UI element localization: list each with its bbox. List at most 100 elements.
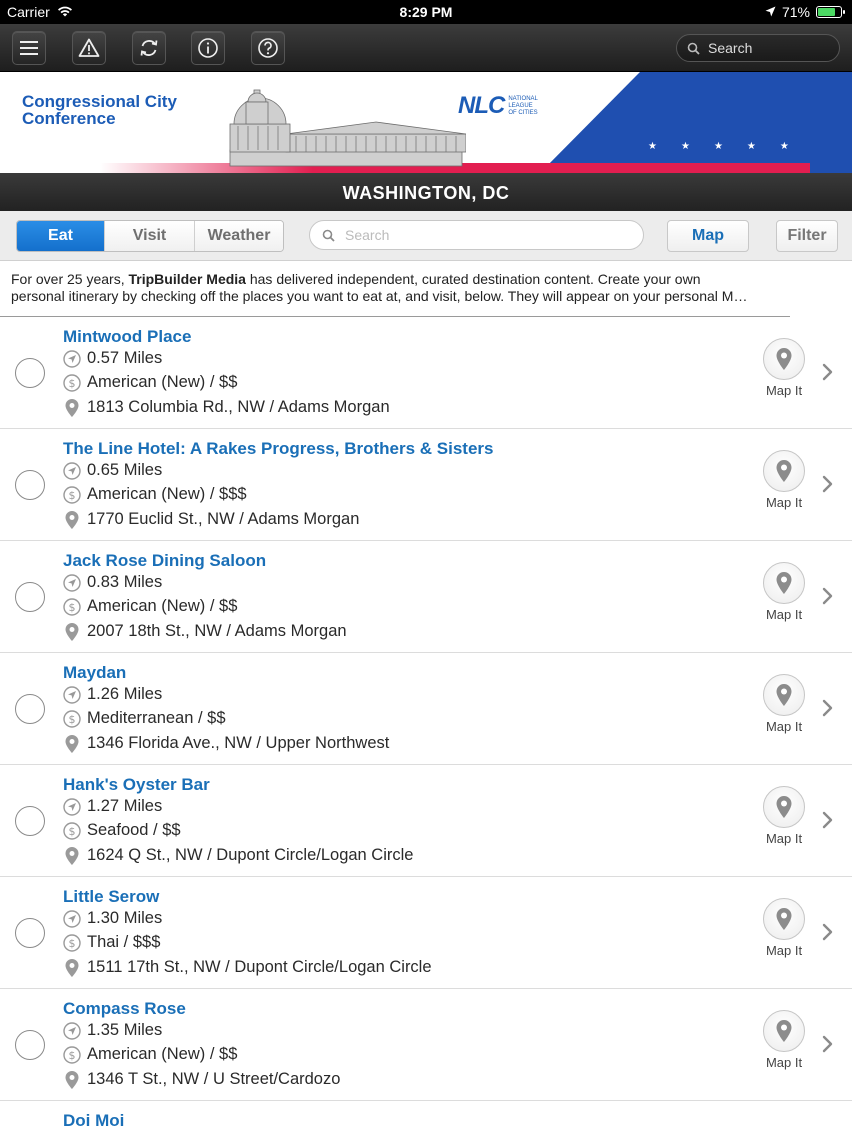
location-arrow-icon: [765, 4, 776, 20]
search-icon: [322, 229, 335, 242]
sync-button[interactable]: [132, 31, 166, 65]
map-it-button[interactable]: Map It: [760, 1010, 808, 1070]
place-name[interactable]: Jack Rose Dining Saloon: [63, 551, 266, 571]
dollar-icon: $: [63, 933, 81, 952]
list-item[interactable]: The Line Hotel: A Rakes Progress, Brothe…: [0, 429, 852, 541]
status-time: 8:29 PM: [399, 4, 453, 20]
address-line: 1511 17th St., NW / Dupont Circle/Logan …: [63, 958, 432, 977]
map-it-button[interactable]: Map It: [760, 898, 808, 958]
map-button[interactable]: Map: [667, 220, 749, 252]
tab-eat[interactable]: Eat: [17, 221, 105, 251]
map-pin-icon: [776, 572, 792, 594]
map-pin-icon: [776, 348, 792, 370]
map-it-label: Map It: [765, 719, 803, 734]
dollar-icon: $: [63, 821, 81, 840]
chevron-right-icon[interactable]: [820, 361, 836, 383]
battery-icon: [816, 6, 845, 18]
list-search-input[interactable]: Search: [309, 220, 644, 250]
select-checkbox[interactable]: [15, 1030, 45, 1060]
map-pin-icon: [776, 908, 792, 930]
select-checkbox[interactable]: [15, 470, 45, 500]
place-distance: 0.57 Miles: [87, 349, 163, 367]
place-name[interactable]: Hank's Oyster Bar: [63, 775, 210, 795]
address-line: 2007 18th St., NW / Adams Morgan: [63, 622, 347, 641]
distance-line: 1.26 Miles: [63, 685, 162, 704]
select-checkbox[interactable]: [15, 806, 45, 836]
category-line: $ American (New) / $$$: [63, 485, 247, 504]
map-it-button[interactable]: Map It: [760, 562, 808, 622]
place-name[interactable]: Maydan: [63, 663, 126, 683]
pin-icon: [63, 958, 81, 977]
address-line: 1346 T St., NW / U Street/Cardozo: [63, 1070, 340, 1089]
place-name[interactable]: Mintwood Place: [63, 327, 191, 347]
map-pin-icon: [776, 796, 792, 818]
pin-icon: [63, 622, 81, 641]
list-item[interactable]: Compass Rose 1.35 Miles $ American (New)…: [0, 989, 852, 1101]
distance-line: 1.27 Miles: [63, 797, 162, 816]
map-it-label: Map It: [765, 1055, 803, 1070]
navigation-icon: [63, 685, 81, 704]
map-it-label: Map It: [765, 607, 803, 622]
info-button[interactable]: [191, 31, 225, 65]
info-icon: [198, 38, 218, 58]
category-line: $ American (New) / $$: [63, 373, 237, 392]
map-pin-icon: [776, 1020, 792, 1042]
list-item[interactable]: Maydan 1.26 Miles $ Mediterranean / $$ 1…: [0, 653, 852, 765]
chevron-right-icon[interactable]: [820, 697, 836, 719]
place-address: 1813 Columbia Rd., NW / Adams Morgan: [87, 398, 390, 416]
place-address: 1346 T St., NW / U Street/Cardozo: [87, 1070, 341, 1088]
chevron-right-icon[interactable]: [820, 921, 836, 943]
filter-button[interactable]: Filter: [776, 220, 838, 252]
capitol-building-illustration: [229, 89, 466, 167]
address-line: 1813 Columbia Rd., NW / Adams Morgan: [63, 398, 390, 417]
place-name[interactable]: The Line Hotel: A Rakes Progress, Brothe…: [63, 439, 493, 459]
pin-icon: [63, 734, 81, 753]
select-checkbox[interactable]: [15, 918, 45, 948]
svg-text:$: $: [69, 601, 76, 614]
select-checkbox[interactable]: [15, 358, 45, 388]
svg-text:$: $: [69, 937, 76, 950]
place-name[interactable]: Doi Moi: [63, 1111, 124, 1131]
distance-line: 0.57 Miles: [63, 349, 162, 368]
list-item[interactable]: Jack Rose Dining Saloon 0.83 Miles $ Ame…: [0, 541, 852, 653]
navigation-icon: [63, 909, 81, 928]
select-checkbox[interactable]: [15, 694, 45, 724]
place-distance: 1.26 Miles: [87, 685, 163, 703]
list-item[interactable]: Doi Moi: [0, 1101, 852, 1136]
alert-button[interactable]: [72, 31, 106, 65]
tab-visit[interactable]: Visit: [105, 221, 195, 251]
pin-icon: [63, 1070, 81, 1089]
map-it-button[interactable]: Map It: [760, 786, 808, 846]
map-it-button[interactable]: Map It: [760, 674, 808, 734]
place-name[interactable]: Little Serow: [63, 887, 159, 907]
menu-button[interactable]: [12, 31, 46, 65]
status-bar: Carrier 8:29 PM 71%: [0, 0, 852, 24]
map-it-button[interactable]: Map It: [760, 450, 808, 510]
conference-banner: Congressional City Conference NLC NATION…: [0, 72, 852, 173]
place-distance: 1.27 Miles: [87, 797, 163, 815]
map-it-label: Map It: [765, 831, 803, 846]
chevron-right-icon[interactable]: [820, 1033, 836, 1055]
chevron-right-icon[interactable]: [820, 473, 836, 495]
distance-line: 0.83 Miles: [63, 573, 162, 592]
place-name[interactable]: Compass Rose: [63, 999, 186, 1019]
city-header: WASHINGTON, DC: [0, 173, 852, 211]
map-pin-icon: [776, 460, 792, 482]
list-item[interactable]: Little Serow 1.30 Miles $ Thai / $$$ 151…: [0, 877, 852, 989]
help-button[interactable]: [251, 31, 285, 65]
tab-weather[interactable]: Weather: [195, 221, 283, 251]
chevron-right-icon[interactable]: [820, 585, 836, 607]
place-address: 1624 Q St., NW / Dupont Circle/Logan Cir…: [87, 846, 414, 864]
list-item[interactable]: Hank's Oyster Bar 1.27 Miles $ Seafood /…: [0, 765, 852, 877]
map-it-button[interactable]: Map It: [760, 338, 808, 398]
category-line: $ Seafood / $$: [63, 821, 181, 840]
place-category: American (New) / $$: [87, 597, 238, 615]
category-line: $ American (New) / $$: [63, 1045, 237, 1064]
select-checkbox[interactable]: [15, 582, 45, 612]
list-item[interactable]: Mintwood Place 0.57 Miles $ American (Ne…: [0, 317, 852, 429]
place-address: 1346 Florida Ave., NW / Upper Northwest: [87, 734, 390, 752]
nlc-logo: NLC NATIONAL LEAGUE OF CITIES: [458, 92, 538, 119]
toolbar-search-field[interactable]: Search: [676, 34, 840, 62]
navigation-icon: [63, 573, 81, 592]
chevron-right-icon[interactable]: [820, 809, 836, 831]
